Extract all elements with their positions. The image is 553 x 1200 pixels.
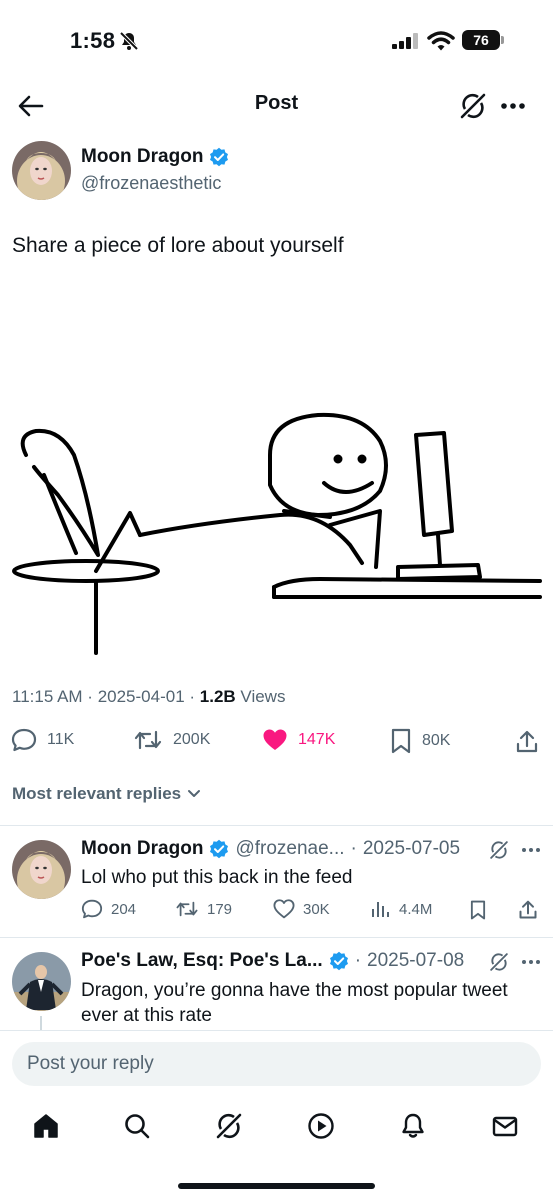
more-horizontal-icon [501,103,525,109]
verified-badge-icon [210,839,229,859]
home-icon [34,1114,58,1138]
reply-text: Lol who put this back in the feed [81,867,353,888]
reply-like-action[interactable]: 30K [273,899,330,919]
replies-sort-label: Most relevant replies [12,784,182,803]
avatar-image [12,840,71,899]
battery-indicator: 76 [462,30,500,50]
reply-header: Moon Dragon @frozenae... · 2025-07-05 [81,838,486,860]
repost-icon [134,730,162,750]
tweet-timestamp-line: 11:15 AM · 2025-04-01 · 1.2B Views [12,687,286,706]
comment-icon [11,728,37,752]
thread-line [40,1016,42,1030]
tweet-date: 2025-04-01 [97,687,185,706]
tweet-views-count: 1.2B [199,687,236,706]
bookmark-icon [391,728,411,754]
grok-button[interactable] [487,838,511,862]
tab-video[interactable] [305,1110,337,1142]
replies-sort-selector[interactable]: Most relevant replies [12,784,201,804]
reply-share-button[interactable] [516,899,540,921]
tweet-time: 11:15 AM [12,687,83,706]
reply-views-count: 4.4M [399,900,433,918]
repost-count: 200K [173,731,211,748]
divider [0,825,553,826]
play-circle-icon [308,1113,334,1139]
reply-composer-input[interactable]: Post your reply [12,1042,541,1086]
repost-action[interactable]: 200K [133,728,210,752]
like-action[interactable]: 147K [262,728,335,752]
bell-off-icon [119,31,139,51]
more-horizontal-icon [522,848,540,852]
tab-notifications[interactable] [397,1110,429,1142]
reply-date: 2025-07-08 [367,950,465,971]
author-avatar[interactable] [12,141,71,200]
bookmark-icon [470,900,486,920]
battery-cap [501,36,504,44]
separator-dot: · [350,838,357,859]
grok-button[interactable] [457,90,489,122]
more-options-button[interactable] [497,92,529,120]
avatar-image [12,952,71,1011]
reply-repost-count: 179 [207,900,233,918]
chevron-down-icon [188,790,201,797]
tweet-media-image[interactable] [0,395,553,660]
tab-messages[interactable] [489,1110,521,1142]
heart-filled-icon [263,729,287,750]
bookmark-action[interactable]: 80K [390,728,450,754]
author-name[interactable]: Moon Dragon [81,146,203,168]
mail-icon [492,1116,518,1137]
reply-header: Poe's Law, Esq: Poe's La... · 2025-07-08 [81,950,481,972]
reply-more-button[interactable] [519,840,543,860]
reply-text-line: ever at this rate [81,1005,212,1026]
grok-button[interactable] [487,950,511,974]
reply-more-button[interactable] [519,952,543,972]
search-icon [125,1114,150,1139]
verified-badge-icon [210,147,229,167]
cellular-signal-icon [392,33,418,49]
reply-action[interactable]: 11K [11,728,74,752]
bell-icon [402,1113,424,1138]
reply-count: 11K [47,731,75,748]
reply-author-name[interactable]: Poe's Law, Esq: Poe's La... [81,950,323,972]
avatar-image [12,141,71,200]
bookmark-count: 80K [422,732,451,749]
reply-repost-action[interactable]: 179 [175,899,232,919]
share-icon [516,730,538,753]
author-handle[interactable]: @frozenaesthetic [81,173,221,194]
tab-home[interactable] [30,1110,62,1142]
grok-icon [490,953,508,971]
share-icon [519,900,537,919]
divider [0,937,553,938]
reply-reply-count: 204 [111,900,137,918]
reply-text-line: Dragon, you’re gonna have the most popul… [81,980,508,1001]
comment-icon [81,899,103,919]
reply-date: 2025-07-05 [362,838,461,859]
analytics-icon [372,902,389,917]
reply-author-handle[interactable]: @frozenae... [235,838,344,860]
repost-icon [176,901,198,917]
heart-icon [273,899,295,919]
reply-like-count: 30K [303,900,330,918]
reply-bookmark-button[interactable] [466,899,490,921]
status-time: 1:58 [70,28,116,53]
like-count: 147K [298,731,336,748]
reply-views-action[interactable]: 4.4M [371,899,432,919]
reply-avatar[interactable] [12,952,71,1011]
tweet-text: Share a piece of lore about yourself [12,234,344,257]
home-indicator[interactable] [178,1183,375,1189]
tweet-views-label[interactable]: Views [240,687,285,706]
separator-dot: · [354,950,362,971]
reply-reply-action[interactable]: 204 [81,899,136,919]
grok-icon [490,841,508,859]
grok-icon [460,93,486,119]
reply-text: Dragon, you’re gonna have the most popul… [81,978,546,1028]
reply-avatar[interactable] [12,840,71,899]
grok-icon [216,1113,242,1139]
more-horizontal-icon [522,960,540,964]
tab-grok[interactable] [213,1110,245,1142]
share-button[interactable] [513,728,541,756]
wifi-icon [427,31,455,51]
tab-search[interactable] [121,1110,153,1142]
verified-badge-icon [329,951,348,971]
reply-author-name[interactable]: Moon Dragon [81,838,203,860]
